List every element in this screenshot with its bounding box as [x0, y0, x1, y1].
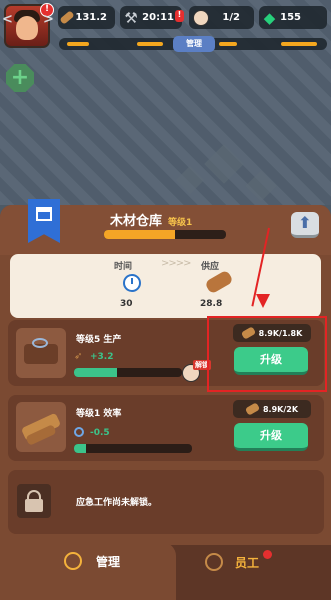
wood-value: 131.2	[75, 12, 107, 23]
efficiency-thumbnail	[16, 402, 66, 452]
wood-counter[interactable]: 131.2	[58, 6, 115, 29]
scene-tile	[204, 144, 244, 184]
scene-tile	[245, 170, 277, 202]
tab-staff[interactable]: 员工	[205, 548, 315, 582]
locked-card	[8, 470, 324, 534]
avatar-face	[16, 16, 38, 40]
clock-icon	[123, 274, 141, 292]
building-title-row: 木材仓库 等级1	[110, 210, 192, 229]
manager-tag[interactable]: 管理	[173, 36, 215, 52]
timer-value: 20:11	[142, 12, 174, 23]
chevron-left-icon[interactable]: <	[2, 12, 13, 27]
efficiency-title: 等级1 效率	[76, 409, 122, 419]
tab-manage-label: 管理	[96, 555, 121, 569]
supply-value: 28.8	[200, 299, 223, 309]
supply-label: 供应	[201, 262, 220, 272]
time-label: 时间	[114, 262, 133, 272]
efficiency-cost: 8.9K/2K	[233, 400, 311, 418]
tab-staff-label: 员工	[235, 556, 260, 570]
efficiency-upgrade-button[interactable]: 升级	[234, 423, 308, 451]
building-progress-bar	[104, 230, 226, 239]
upgrade-arrow-button[interactable]: ⬆	[291, 212, 319, 238]
workers-counter[interactable]: 1/2	[189, 6, 254, 29]
efficiency-progress-bar	[74, 444, 192, 453]
lock-icon	[17, 484, 51, 518]
tab-manage[interactable]	[0, 542, 176, 600]
gems-counter[interactable]: ◆ 155	[259, 6, 327, 29]
wood-log-icon	[244, 402, 261, 416]
manage-gear-icon	[64, 552, 82, 570]
wood-log-icon	[204, 269, 234, 295]
timer-alert-badge: !	[175, 10, 184, 22]
workers-value: 1/2	[222, 12, 240, 23]
staff-icon	[205, 553, 223, 571]
production-progress-fill	[74, 368, 118, 377]
wood-log-icon	[58, 6, 75, 30]
pointer-arrow-head	[256, 294, 270, 308]
arrows-icon: >>>>	[161, 258, 191, 269]
efficiency-progress-fill	[74, 444, 86, 453]
highlight-frame	[207, 316, 327, 392]
building-title: 木材仓库	[110, 214, 163, 229]
production-title: 等级5 生产	[76, 335, 122, 345]
time-value: 30	[120, 299, 133, 309]
stats-strip: 时间 >>>> 供应 30 28.8	[10, 254, 321, 318]
clock-icon	[74, 427, 84, 437]
staff-alert-dot	[263, 550, 272, 559]
axe-icon: ➶	[74, 351, 83, 362]
efficiency-cost-value: 8.9K/2K	[262, 404, 299, 414]
locked-text: 应急工作尚未解锁。	[76, 498, 158, 508]
timer-counter[interactable]: ⚒ 20:11	[120, 6, 182, 29]
production-bonus: +3.2	[90, 352, 114, 362]
building-level-tag: 等级1	[168, 218, 193, 228]
worker-icon	[189, 6, 213, 30]
gems-value: 155	[280, 12, 301, 23]
production-progress-bar	[74, 368, 182, 377]
efficiency-bonus: -0.5	[90, 428, 110, 438]
production-thumbnail	[16, 328, 66, 378]
gem-icon: ◆	[263, 8, 276, 27]
level-progress-strip: 管理	[59, 36, 327, 52]
tools-icon: ⚒	[124, 8, 138, 27]
scene-tile	[175, 165, 205, 195]
chevron-right-icon[interactable]: >	[43, 12, 54, 27]
